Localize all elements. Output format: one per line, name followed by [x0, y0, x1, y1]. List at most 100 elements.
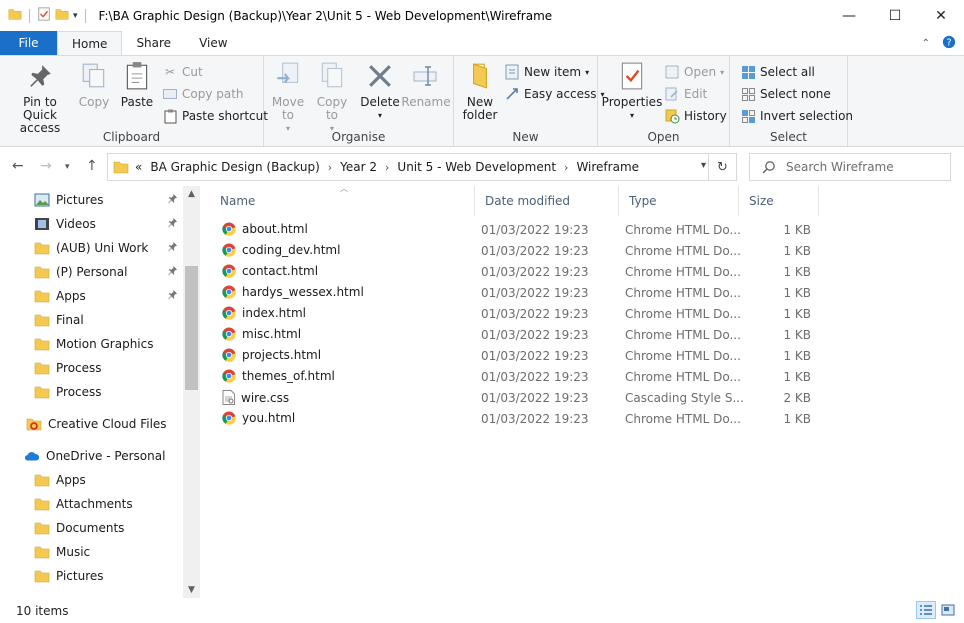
open-button[interactable]: Open ▾ — [664, 62, 724, 82]
file-name-cell[interactable]: coding_dev.html — [222, 243, 340, 257]
nav-item[interactable]: Final — [0, 308, 184, 332]
nav-item[interactable]: Apps — [0, 284, 184, 308]
address-history-chevron-icon[interactable]: ▾ — [701, 160, 706, 171]
new-folder-icon[interactable] — [55, 7, 69, 24]
nav-item[interactable]: Music — [0, 540, 184, 564]
nav-item[interactable]: Pictures — [0, 188, 184, 212]
select-all-button[interactable]: Select all — [740, 62, 815, 82]
copy-to-button[interactable]: Copy to ▾ — [312, 60, 352, 135]
pin-icon[interactable] — [167, 217, 178, 231]
nav-item[interactable]: (AUB) Uni Work — [0, 236, 184, 260]
maximize-button[interactable]: ☐ — [872, 0, 918, 31]
breadcrumb-item[interactable]: Year 2 — [340, 160, 377, 174]
address-bar[interactable]: « BA Graphic Design (Backup) › Year 2 › … — [107, 153, 737, 181]
tab-file[interactable]: File — [0, 31, 57, 55]
table-row[interactable]: you.html 01/03/2022 19:23 Chrome HTML Do..… — [210, 409, 820, 430]
breadcrumb-item[interactable]: BA Graphic Design (Backup) — [150, 160, 319, 174]
minimize-button[interactable]: — — [826, 0, 872, 31]
move-to-button[interactable]: Move to ▾ — [268, 60, 308, 135]
column-header-date[interactable]: Date modified — [475, 186, 619, 216]
nav-item[interactable]: Documents — [0, 516, 184, 540]
tab-home[interactable]: Home — [57, 31, 123, 55]
pin-icon[interactable] — [167, 241, 178, 255]
breadcrumb-item[interactable]: Wireframe — [576, 160, 639, 174]
file-name-cell[interactable]: misc.html — [222, 327, 301, 341]
breadcrumb-item[interactable]: Unit 5 - Web Development — [397, 160, 556, 174]
properties-button[interactable]: Properties ▾ — [602, 60, 662, 122]
select-none-button[interactable]: Select none — [740, 84, 831, 104]
search-box[interactable] — [749, 153, 951, 181]
table-row[interactable]: hardys_wessex.html 01/03/2022 19:23 Chrome… — [210, 283, 820, 304]
column-header-size[interactable]: Size — [739, 186, 819, 216]
file-name-cell[interactable]: about.html — [222, 222, 308, 236]
file-name-cell[interactable]: index.html — [222, 306, 306, 320]
recent-locations-chevron-icon[interactable]: ▾ — [65, 162, 70, 172]
copy-path-button[interactable]: Copy path — [162, 84, 244, 104]
easy-access-button[interactable]: Easy access ▾ — [504, 84, 605, 104]
file-name-cell[interactable]: wire.css — [222, 390, 289, 405]
tab-view[interactable]: View — [185, 31, 241, 55]
pin-icon[interactable] — [167, 289, 178, 303]
search-input[interactable] — [786, 160, 936, 174]
file-name-cell[interactable]: you.html — [222, 411, 295, 425]
rename-button[interactable]: Rename — [401, 60, 451, 109]
nav-item-onedrive[interactable]: OneDrive - Personal — [0, 444, 184, 468]
large-icons-view-icon[interactable] — [938, 601, 958, 619]
pin-icon[interactable] — [167, 193, 178, 207]
table-row[interactable]: misc.html 01/03/2022 19:23 Chrome HTML Do.… — [210, 325, 820, 346]
column-header-type[interactable]: Type — [619, 186, 739, 216]
table-row[interactable]: about.html 01/03/2022 19:23 Chrome HTML Do… — [210, 220, 820, 241]
scroll-thumb[interactable] — [185, 266, 198, 390]
new-folder-button[interactable]: New folder — [460, 60, 500, 122]
nav-item[interactable]: Process — [0, 356, 184, 380]
chevron-right-icon[interactable]: › — [564, 161, 568, 174]
invert-selection-button[interactable]: Invert selection — [740, 106, 853, 126]
table-row[interactable]: coding_dev.html 01/03/2022 19:23 Chrome HT… — [210, 241, 820, 262]
nav-item[interactable]: Motion Graphics — [0, 332, 184, 356]
scroll-up-arrow-icon[interactable]: ▲ — [183, 186, 200, 202]
chevron-right-icon[interactable]: › — [328, 161, 332, 174]
nav-scrollbar[interactable]: ▲ ▼ — [183, 186, 200, 598]
properties-icon[interactable] — [37, 7, 51, 24]
nav-item[interactable]: Apps — [0, 468, 184, 492]
table-row[interactable]: projects.html 01/03/2022 19:23 Chrome HTML… — [210, 346, 820, 367]
table-row[interactable]: index.html 01/03/2022 19:23 Chrome HTML Do… — [210, 304, 820, 325]
paste-button[interactable]: Paste — [118, 60, 156, 109]
table-row[interactable]: wire.css 01/03/2022 19:23 Cascading Style … — [210, 388, 820, 409]
help-icon[interactable]: ? — [942, 35, 956, 52]
file-name-cell[interactable]: hardys_wessex.html — [222, 285, 364, 299]
new-item-button[interactable]: New item ▾ — [504, 62, 589, 82]
customize-toolbar-dropdown-icon[interactable]: ▾ — [73, 11, 78, 21]
file-name-cell[interactable]: themes_of.html — [222, 369, 335, 383]
close-button[interactable]: ✕ — [918, 0, 964, 31]
details-view-icon[interactable] — [916, 601, 936, 619]
pin-to-quick-access-button[interactable]: Pin to Quick access — [4, 60, 76, 135]
nav-item-creative-cloud[interactable]: Creative Cloud Files — [0, 412, 184, 436]
chevron-right-icon[interactable]: › — [385, 161, 389, 174]
nav-item[interactable]: Pictures — [0, 564, 184, 588]
nav-item[interactable]: Videos — [0, 212, 184, 236]
copy-button[interactable]: Copy — [76, 60, 112, 109]
table-row[interactable]: contact.html 01/03/2022 19:23 Chrome HTML … — [210, 262, 820, 283]
delete-button[interactable]: Delete ▾ — [360, 60, 400, 122]
history-button[interactable]: History — [664, 106, 727, 126]
chevron-up-icon[interactable]: ⌃ — [922, 38, 930, 49]
refresh-icon[interactable]: ↻ — [708, 154, 736, 180]
cut-button[interactable]: ✂ Cut — [162, 62, 203, 82]
paste-shortcut-button[interactable]: Paste shortcut — [162, 106, 268, 126]
file-name-cell[interactable]: contact.html — [222, 264, 318, 278]
forward-arrow-icon[interactable]: → — [40, 158, 52, 174]
breadcrumb-overflow[interactable]: « — [135, 160, 142, 174]
scroll-down-arrow-icon[interactable]: ▼ — [183, 582, 200, 598]
nav-item[interactable]: Attachments — [0, 492, 184, 516]
file-name-cell[interactable]: projects.html — [222, 348, 321, 362]
up-arrow-icon[interactable]: ↑ — [86, 158, 98, 174]
edit-button[interactable]: Edit — [664, 84, 707, 104]
back-arrow-icon[interactable]: ← — [12, 158, 24, 174]
tab-share[interactable]: Share — [122, 31, 185, 55]
pin-icon[interactable] — [167, 265, 178, 279]
column-header-name[interactable]: ︿ Name — [210, 184, 475, 216]
nav-item[interactable]: (P) Personal — [0, 260, 184, 284]
table-row[interactable]: themes_of.html 01/03/2022 19:23 Chrome HTM… — [210, 367, 820, 388]
nav-item[interactable]: Process — [0, 380, 184, 404]
